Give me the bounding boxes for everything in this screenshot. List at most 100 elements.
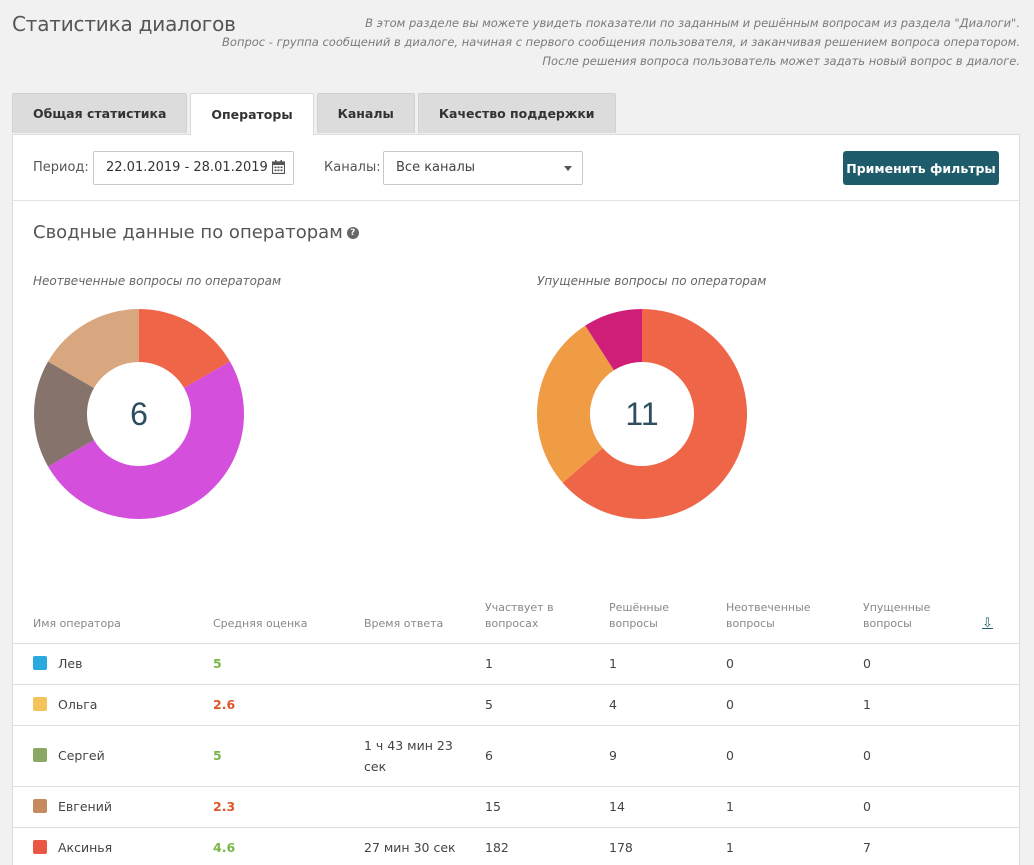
operator-name-cell: Лев: [13, 643, 213, 685]
col-header-line: Неотвеченные: [726, 600, 811, 614]
missed-count: 1: [863, 684, 982, 726]
donut-total-label: 11: [625, 396, 658, 432]
tab-channels[interactable]: Каналы: [316, 93, 415, 133]
solved-count: 1: [609, 643, 726, 685]
operator-name: Ольга: [58, 697, 98, 712]
tab-bar: Общая статистика Операторы Каналы Качест…: [12, 93, 619, 135]
operator-color-swatch: [33, 799, 47, 813]
participates-count: 6: [485, 725, 609, 787]
intro-line: В этом разделе вы можете увидеть показат…: [365, 16, 1020, 30]
table-row: Сергей 5 1 ч 43 мин 23 сек 6 9 0 0: [13, 725, 1019, 787]
average-rating: 2.3: [213, 786, 364, 828]
col-header-unanswered[interactable]: Неотвеченные вопросы: [726, 587, 863, 644]
col-header-line: вопросы: [609, 616, 658, 630]
response-time: 1 ч 43 мин 23 сек: [364, 725, 485, 787]
unanswered-count: 0: [726, 643, 863, 685]
col-header-rating[interactable]: Средняя оценка: [213, 587, 364, 644]
chevron-down-icon: [564, 166, 572, 171]
operator-name-cell: Ольга: [13, 684, 213, 726]
solved-count: 14: [609, 786, 726, 828]
missed-chart-title: Упущенные вопросы по операторам: [537, 274, 767, 288]
tab-operators[interactable]: Операторы: [190, 93, 314, 135]
tab-support-quality[interactable]: Качество поддержки: [417, 93, 616, 133]
channels-selected-value: Все каналы: [396, 160, 476, 175]
col-header-line: Упущенные: [863, 600, 931, 614]
period-date-range-input[interactable]: 22.01.2019 - 28.01.2019: [93, 151, 294, 185]
solved-count: 178: [609, 827, 726, 865]
intro-text: В этом разделе вы можете увидеть показат…: [222, 14, 1020, 71]
row-spacer: [982, 786, 1019, 828]
channels-label: Каналы:: [324, 160, 381, 175]
response-time: [364, 786, 485, 828]
col-header-line: Участвует в: [485, 600, 554, 614]
operator-color-swatch: [33, 840, 47, 854]
response-time: [364, 684, 485, 726]
operators-table: Имя оператора Средняя оценка Время ответ…: [13, 587, 1019, 865]
average-rating: 5: [213, 643, 364, 685]
table-row: Аксинья 4.6 27 мин 30 сек 182 178 1 7: [13, 827, 1019, 865]
col-header-line: вопросах: [485, 616, 539, 630]
operator-color-swatch: [33, 656, 47, 670]
row-spacer: [982, 684, 1019, 726]
average-rating: 5: [213, 725, 364, 787]
operator-name: Сергей: [58, 748, 105, 763]
average-rating: 2.6: [213, 684, 364, 726]
operator-name: Аксинья: [58, 840, 113, 855]
unanswered-count: 1: [726, 827, 863, 865]
col-header-name[interactable]: Имя оператора: [13, 587, 213, 644]
page-title: Статистика диалогов: [12, 12, 236, 36]
unanswered-count: 0: [726, 684, 863, 726]
unanswered-donut-chart: 6: [33, 309, 244, 519]
operators-panel: Период: 22.01.2019 - 28.01.2019 Каналы: …: [12, 134, 1020, 865]
col-header-response-time[interactable]: Время ответа: [364, 587, 485, 644]
unanswered-chart-title: Неотвеченные вопросы по операторам: [33, 274, 282, 288]
table-row: Евгений 2.3 15 14 1 0: [13, 786, 1019, 828]
summary-title-text: Сводные данные по операторам: [33, 222, 343, 243]
solved-count: 9: [609, 725, 726, 787]
participates-count: 15: [485, 786, 609, 828]
download-arrow-icon[interactable]: ⇩: [982, 616, 993, 631]
participates-count: 182: [485, 827, 609, 865]
operator-name-cell: Аксинья: [13, 827, 213, 865]
operator-name: Евгений: [58, 799, 112, 814]
missed-donut-chart: 11: [537, 309, 747, 519]
unanswered-count: 0: [726, 725, 863, 787]
row-spacer: [982, 827, 1019, 865]
channels-select[interactable]: Все каналы: [383, 151, 583, 185]
average-rating: 4.6: [213, 827, 364, 865]
missed-count: 0: [863, 643, 982, 685]
col-header-missed[interactable]: Упущенные вопросы: [863, 587, 982, 644]
col-header-export: ⇩: [982, 587, 1019, 644]
col-header-line: Решённые: [609, 600, 670, 614]
operator-name: Лев: [58, 656, 83, 671]
summary-section-title: Сводные данные по операторам?: [33, 222, 359, 243]
col-header-solved[interactable]: Решённые вопросы: [609, 587, 726, 644]
tab-general[interactable]: Общая статистика: [12, 93, 188, 133]
participates-count: 5: [485, 684, 609, 726]
operator-color-swatch: [33, 748, 47, 762]
donut-total-label: 6: [130, 396, 148, 432]
response-time: [364, 643, 485, 685]
apply-filters-button[interactable]: Применить фильтры: [843, 151, 999, 185]
missed-count: 0: [863, 786, 982, 828]
row-spacer: [982, 725, 1019, 787]
col-header-line: вопросы: [863, 616, 912, 630]
missed-count: 7: [863, 827, 982, 865]
operator-color-swatch: [33, 697, 47, 711]
solved-count: 4: [609, 684, 726, 726]
period-label: Период:: [33, 160, 89, 175]
table-row: Ольга 2.6 5 4 0 1: [13, 684, 1019, 726]
operator-name-cell: Евгений: [13, 786, 213, 828]
participates-count: 1: [485, 643, 609, 685]
row-spacer: [982, 643, 1019, 685]
calendar-icon[interactable]: [272, 160, 285, 174]
question-circle-icon[interactable]: ?: [346, 227, 359, 239]
operator-name-cell: Сергей: [13, 725, 213, 787]
col-header-participates[interactable]: Участвует в вопросах: [485, 587, 609, 644]
table-header-row: Имя оператора Средняя оценка Время ответ…: [13, 587, 1019, 644]
intro-line: После решения вопроса пользователь может…: [542, 54, 1020, 68]
col-header-line: вопросы: [726, 616, 775, 630]
missed-count: 0: [863, 725, 982, 787]
intro-line: Вопрос - группа сообщений в диалоге, нач…: [222, 35, 1020, 49]
response-time: 27 мин 30 сек: [364, 827, 485, 865]
